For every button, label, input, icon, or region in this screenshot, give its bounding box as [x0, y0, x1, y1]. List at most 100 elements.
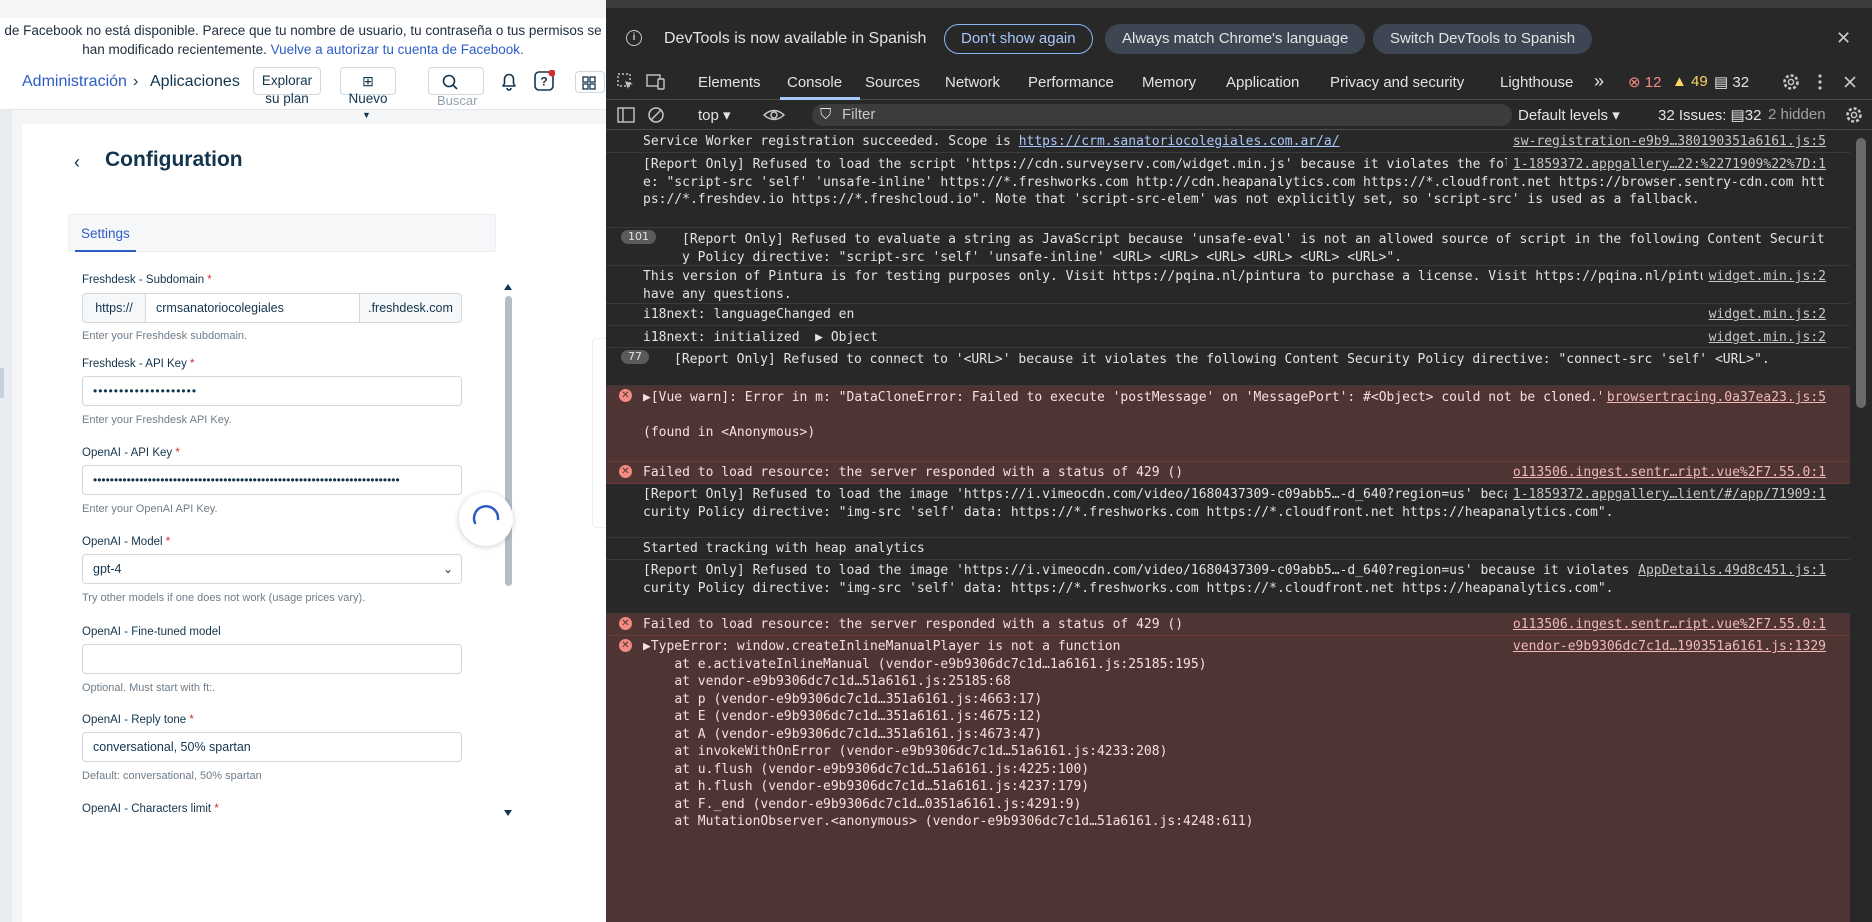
freshdesk-apikey-input[interactable]: ••••••••••••••••••••	[82, 376, 462, 406]
issues-icon: ▤	[1730, 107, 1745, 124]
more-options-icon[interactable]	[1810, 72, 1830, 92]
message-link[interactable]: https://crm.sanatoriocolegiales.com.ar/a…	[1019, 134, 1340, 149]
tab-memory[interactable]: Memory	[1142, 74, 1196, 91]
settings-form: Freshdesk - Subdomain * https:// crmsana…	[82, 274, 492, 822]
message-source-link[interactable]: o113506.ingest.sentr…ript.vue%2F7.55.0:1	[1506, 616, 1826, 634]
hidden-count: 2 hidden	[1768, 106, 1826, 123]
dropdown-arrow-icon: ▾	[723, 107, 731, 124]
model-label: OpenAI - Model *	[82, 536, 171, 548]
configuration-content: ‹ Configuration Settings Sa Al R Vi Fres…	[22, 124, 606, 922]
subdomain-input[interactable]: crmsanatoriocolegiales	[145, 293, 360, 323]
console-message: i18next: initialized ▶ Object widget.min…	[606, 326, 1850, 348]
tab-console[interactable]: Console	[787, 74, 842, 91]
console-scrollbar-thumb[interactable]	[1856, 138, 1866, 408]
console-message: Started tracking with heap analytics	[606, 538, 1850, 560]
devtools-panel: i DevTools is now available in Spanish D…	[606, 0, 1872, 922]
breadcrumb-current: Aplicaciones	[150, 73, 240, 90]
more-tabs-icon[interactable]: »	[1594, 71, 1604, 92]
search-icon	[442, 74, 458, 90]
tab-performance[interactable]: Performance	[1028, 74, 1114, 91]
log-levels-dropdown[interactable]: Default levels ▾	[1518, 106, 1620, 124]
close-icon[interactable]: ✕	[1836, 28, 1851, 49]
device-toolbar-icon[interactable]	[646, 72, 666, 92]
language-infobar: i DevTools is now available in Spanish D…	[606, 18, 1872, 60]
notifications-bell-icon[interactable]	[498, 70, 520, 92]
tab-sources[interactable]: Sources	[865, 74, 920, 91]
search-button[interactable]	[428, 67, 484, 95]
message-source-link[interactable]: o113506.ingest.sentr…ript.vue%2F7.55.0:1	[1506, 464, 1826, 482]
issues-button[interactable]: 32 Issues: ▤32	[1658, 106, 1761, 124]
tone-input[interactable]: conversational, 50% spartan	[82, 732, 462, 762]
tab-settings[interactable]: Settings	[81, 226, 130, 241]
model-select[interactable]: gpt-4 ⌄	[82, 554, 462, 584]
openai-apikey-input[interactable]: ••••••••••••••••••••••••••••••••••••••••…	[82, 465, 462, 495]
openai-key-help: Enter your OpenAI API Key.	[82, 503, 218, 515]
explore-plan-label: su plan	[265, 91, 309, 106]
console-settings-gear-icon[interactable]	[1844, 105, 1864, 125]
back-chevron-icon[interactable]: ‹	[74, 152, 80, 173]
error-count-badge[interactable]: ⊗ 12	[1628, 73, 1661, 91]
finetuned-label: OpenAI - Fine-tuned model	[82, 626, 221, 638]
sidebar-marker	[0, 368, 4, 398]
filter-input[interactable]	[812, 104, 1512, 126]
console-toolbar: top ▾ ⛉ Filter Default levels ▾ 32 Issue…	[606, 100, 1872, 130]
always-match-language-button[interactable]: Always match Chrome's language	[1105, 24, 1366, 54]
breadcrumb-admin[interactable]: Administración	[22, 73, 127, 91]
settings-gear-icon[interactable]	[1781, 72, 1801, 92]
console-error-message: ✕ ▶[Vue warn]: Error in m: "DataCloneErr…	[606, 386, 1850, 462]
console-error-message: ✕ ▶TypeError: window.createInlineManualP…	[606, 636, 1850, 922]
message-icon: ▤	[1714, 74, 1729, 91]
tab-application[interactable]: Application	[1226, 74, 1299, 91]
tab-active-underline	[75, 250, 136, 252]
message-source-link[interactable]: browsertracing.0a37ea23.js:5	[1600, 389, 1826, 407]
console-message: 77 [Report Only] Refused to connect to '…	[606, 348, 1850, 386]
tab-network[interactable]: Network	[945, 74, 1000, 91]
error-icon: ✕	[619, 639, 632, 652]
loading-spinner-icon	[459, 492, 513, 546]
error-icon: ⊗	[1628, 74, 1641, 91]
reauthorize-facebook-link[interactable]: Vuelve a autorizar tu cuenta de Facebook…	[271, 42, 524, 57]
switch-to-spanish-button[interactable]: Switch DevTools to Spanish	[1373, 24, 1593, 54]
finetuned-help: Optional. Must start with ft:.	[82, 682, 216, 694]
subdomain-suffix: .freshdesk.com	[359, 293, 462, 323]
left-sidebar-strip	[0, 110, 12, 922]
console-message: i18next: languageChanged en widget.min.j…	[606, 304, 1850, 326]
console-message: [Report Only] Refused to load the image …	[606, 484, 1850, 538]
message-source-link[interactable]: vendor-e9b9306dc7c1d…190351a6161.js:1329	[1506, 638, 1826, 656]
message-source-link[interactable]: 1-1859372.appgallery…22:%2271909%22%7D:1	[1506, 156, 1826, 174]
help-icon[interactable]: ?	[533, 69, 556, 92]
new-button-label: Nuevo	[348, 91, 388, 106]
devtools-top-strip	[606, 0, 1872, 8]
openai-key-label: OpenAI - API Key *	[82, 447, 180, 459]
chars-limit-label: OpenAI - Characters limit *	[82, 803, 219, 815]
devtools-tabs: Elements Console Sources Network Perform…	[606, 64, 1872, 100]
chevron-down-icon: ⌄	[442, 562, 453, 576]
close-devtools-icon[interactable]	[1840, 72, 1860, 92]
finetuned-input[interactable]	[82, 644, 462, 674]
apikey-help: Enter your Freshdesk API Key.	[82, 414, 232, 426]
info-count-badge[interactable]: ▤ 32	[1714, 73, 1749, 91]
inspect-element-icon[interactable]	[616, 72, 636, 92]
tone-label: OpenAI - Reply tone *	[82, 714, 194, 726]
console-error-message: ✕ Failed to load resource: the server re…	[606, 614, 1850, 636]
subdomain-prefix: https://	[82, 293, 146, 323]
message-source-link[interactable]: AppDetails.49d8c451.js:1	[1632, 562, 1826, 580]
message-source-link[interactable]: widget.min.js:2	[1702, 329, 1826, 347]
tab-privacy-security[interactable]: Privacy and security	[1330, 74, 1464, 91]
tab-elements[interactable]: Elements	[698, 74, 761, 91]
message-source-link[interactable]: sw-registration-e9b9…380190351a6161.js:5	[1506, 133, 1826, 151]
message-source-link[interactable]: 1-1859372.appgallery…lient/#/app/71909:1	[1506, 486, 1826, 504]
dont-show-again-button[interactable]: Don't show again	[944, 24, 1093, 54]
apps-menu-icon[interactable]	[575, 71, 605, 93]
context-selector[interactable]: top ▾	[698, 106, 731, 124]
warning-icon: ▲	[1672, 73, 1687, 90]
clear-console-icon[interactable]	[646, 105, 666, 125]
sidebar-toggle-icon[interactable]	[616, 105, 636, 125]
eye-icon[interactable]	[762, 105, 786, 125]
message-source-link[interactable]: widget.min.js:2	[1702, 306, 1826, 324]
tab-lighthouse[interactable]: Lighthouse	[1500, 74, 1573, 91]
message-source-link[interactable]: widget.min.js:2	[1702, 268, 1826, 286]
error-icon: ✕	[619, 617, 632, 630]
warning-count-badge[interactable]: ▲ 49	[1672, 73, 1708, 90]
subdomain-help: Enter your Freshdesk subdomain.	[82, 330, 248, 342]
